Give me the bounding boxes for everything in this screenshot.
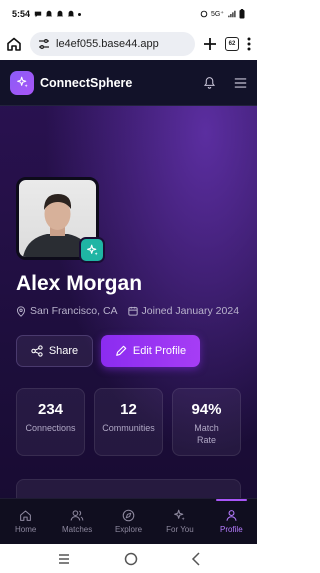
app-viewport: ConnectSphere Alex Morgan San Francisco,… [0,60,257,544]
map-pin-icon [16,305,26,317]
stat-value: 12 [120,401,137,418]
nav-for-you[interactable]: For You [154,499,205,544]
nav-label: Explore [114,525,143,534]
nav-label: Matches [61,525,93,534]
sparkles-icon [86,244,98,255]
stat-label: Communities [102,423,155,433]
nav-explore[interactable]: Explore [103,499,154,544]
app-logo[interactable] [10,70,34,95]
bottom-navigation: Home Matches Explore For You Profile [0,498,257,544]
url-text: le4ef055.base44.app [56,38,159,50]
nav-label: Profile [219,525,243,534]
home-icon [20,510,32,521]
edit-profile-button[interactable]: Edit Profile [101,335,200,367]
home-button-icon[interactable] [124,552,138,566]
site-settings-icon[interactable] [38,38,50,50]
stat-communities[interactable]: 12 Communities [94,388,163,456]
signal-icon [228,10,236,18]
hamburger-menu-icon[interactable] [234,77,247,89]
network-label: 5G⁺ [210,11,224,18]
profile-name: Alex Morgan [16,272,143,295]
share-icon [31,345,43,357]
system-navigation-bar [0,544,257,573]
url-bar[interactable]: le4ef055.base44.app [30,32,195,56]
stat-value: 94% [191,401,222,418]
joined-date: Joined January 2024 [127,305,240,317]
stat-connections[interactable]: 234 Connections [16,388,85,456]
edit-profile-label: Edit Profile [132,345,187,357]
stat-value: 234 [37,401,64,418]
notification-icons [34,10,82,18]
tab-switcher-button[interactable]: 62 [225,37,239,51]
bell-icon [45,10,53,17]
nav-profile[interactable]: Profile [206,499,257,544]
share-label: Share [48,345,79,357]
new-tab-icon[interactable] [203,37,217,51]
back-icon[interactable] [191,551,201,566]
nav-matches[interactable]: Matches [51,499,102,544]
users-icon [70,510,84,521]
more-dot-icon [78,12,82,16]
nav-label: For You [166,525,194,534]
user-icon [226,510,237,521]
app-header: ConnectSphere [0,60,257,106]
ai-badge[interactable] [79,237,105,263]
nav-home[interactable]: Home [0,499,51,544]
chat-icon [34,11,42,18]
profile-meta: San Francisco, CA Joined January 2024 [16,305,239,317]
brand-name[interactable]: ConnectSphere [40,76,132,90]
compass-icon [122,509,135,522]
recent-apps-icon[interactable] [57,553,71,565]
calendar-icon [127,306,138,316]
location: San Francisco, CA [16,305,118,317]
stat-label: Connections [25,423,76,433]
share-button[interactable]: Share [16,335,93,367]
sparkles-icon [174,509,186,521]
notification-bell-icon[interactable] [203,76,216,89]
battery-icon [239,9,245,19]
bell-icon [56,10,64,17]
stat-match-rate[interactable]: 94% Match Rate [172,388,241,456]
nav-label: Home [15,525,37,534]
bell-icon [67,10,75,17]
home-icon[interactable] [6,36,22,52]
status-bar: 5:54 5G⁺ [0,0,257,28]
stat-label: Match Rate [194,423,219,445]
browser-toolbar: le4ef055.base44.app 62 [0,28,257,60]
pencil-icon [116,345,127,356]
more-menu-icon[interactable] [247,37,251,51]
sparkles-icon [16,76,28,88]
joined-text: Joined January 2024 [141,305,240,317]
status-time: 5:54 [12,9,31,19]
alarm-icon [200,10,208,18]
location-text: San Francisco, CA [30,305,118,317]
